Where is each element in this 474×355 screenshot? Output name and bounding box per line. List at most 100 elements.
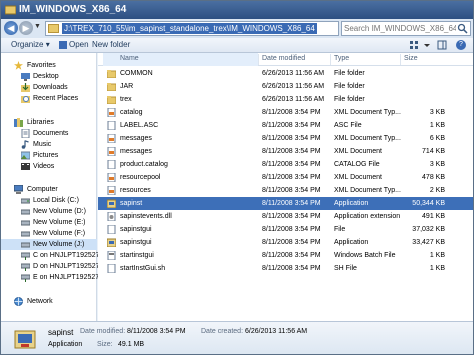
column-header-date[interactable]: Date modified xyxy=(262,55,305,62)
nav-label: Music xyxy=(33,141,52,148)
nav-pictures[interactable]: Pictures xyxy=(1,150,97,161)
title-bar[interactable]: IM_WINDOWS_X86_64 xyxy=(1,1,473,19)
organize-button[interactable]: Organize ▾ xyxy=(11,40,50,49)
file-size: 3 KB xyxy=(429,109,445,116)
file-type: CATALOG File xyxy=(334,161,380,168)
column-header: Name Date modified Type Size xyxy=(98,53,473,66)
column-header-size[interactable]: Size xyxy=(404,55,418,62)
column-divider[interactable] xyxy=(330,54,331,65)
file-row[interactable]: COMMON 6/26/2013 11:56 AM File folder xyxy=(98,67,473,80)
file-date-modified: 8/11/2008 3:54 PM xyxy=(262,200,321,207)
nav-drive-j[interactable]: New Volume (J:) xyxy=(1,239,97,250)
address-path[interactable]: J:\TREX_710_55\im_sapinst_standalone_tre… xyxy=(62,23,317,34)
file-row[interactable]: trex 6/26/2013 11:56 AM File folder xyxy=(98,93,473,106)
help-icon[interactable]: ? xyxy=(456,40,466,50)
file-row[interactable]: sapinst 8/11/2008 3:54 PM Application 50,34… xyxy=(98,197,473,210)
file-date-modified: 8/11/2008 3:54 PM xyxy=(262,122,321,129)
file-row[interactable]: messages 8/11/2008 3:54 PM XML Document 714… xyxy=(98,145,473,158)
network-drive-icon xyxy=(21,274,30,282)
file-row[interactable]: sapinstevents.dll 8/11/2008 3:54 PM Applic… xyxy=(98,210,473,223)
nav-drive-e[interactable]: New Volume (E:) xyxy=(1,217,97,228)
nav-network-drive-c[interactable]: C on HNJLPT192527 xyxy=(1,250,100,261)
details-date-created-label: Date created: xyxy=(201,328,244,335)
column-header-name[interactable]: Name xyxy=(120,55,139,62)
xml-file-icon xyxy=(107,173,116,182)
forward-button[interactable]: ▶ xyxy=(19,21,33,35)
file-name: startinstgui xyxy=(120,252,154,259)
new-folder-button[interactable]: New folder xyxy=(92,40,130,49)
address-field[interactable]: J:\TREX_710_55\im_sapinst_standalone_tre… xyxy=(45,21,381,36)
nav-label: Libraries xyxy=(27,119,54,126)
details-pane: sapinst Application Date modified: 8/11/… xyxy=(1,321,473,354)
column-divider[interactable] xyxy=(258,54,259,65)
file-type: XML Document Typ... xyxy=(334,187,401,194)
search-input[interactable] xyxy=(344,23,456,34)
file-name: resources xyxy=(120,187,151,194)
nav-label: E on HNJLPT192527 xyxy=(33,274,100,281)
back-button[interactable]: ◀ xyxy=(4,21,18,35)
nav-computer[interactable]: Computer xyxy=(1,184,97,195)
nav-label: Downloads xyxy=(33,84,68,91)
file-icon xyxy=(107,121,116,130)
nav-favorites[interactable]: Favorites xyxy=(1,60,97,71)
file-row[interactable]: JAR 6/26/2013 11:56 AM File folder xyxy=(98,80,473,93)
file-date-modified: 8/11/2008 3:54 PM xyxy=(262,174,321,181)
nav-documents[interactable]: Documents xyxy=(1,128,97,139)
nav-network-drive-e[interactable]: E on HNJLPT192527 xyxy=(1,272,100,283)
folder-icon xyxy=(107,70,116,78)
nav-network[interactable]: Network xyxy=(1,296,97,307)
videos-icon xyxy=(21,163,30,170)
nav-libraries[interactable]: Libraries xyxy=(1,117,97,128)
file-row[interactable]: sapinstgui 8/11/2008 3:54 PM Application 33… xyxy=(98,236,473,249)
drive-icon xyxy=(21,242,30,248)
nav-network-drive-d[interactable]: D on HNJLPT192527 xyxy=(1,261,100,272)
file-type: SH File xyxy=(334,265,357,272)
views-dropdown-icon[interactable] xyxy=(422,40,432,50)
file-name: catalog xyxy=(120,109,143,116)
column-header-type[interactable]: Type xyxy=(334,55,349,62)
nav-drive-f[interactable]: New Volume (F:) xyxy=(1,228,97,239)
file-row[interactable]: startinstgui 8/11/2008 3:54 PM Windows Bat… xyxy=(98,249,473,262)
nav-label: C on HNJLPT192527 xyxy=(33,252,100,259)
navigation-pane: Favorites Desktop Downloads Recent Place… xyxy=(1,53,100,321)
nav-videos[interactable]: Videos xyxy=(1,161,97,172)
file-row[interactable]: messages 8/11/2008 3:54 PM XML Document Ty… xyxy=(98,132,473,145)
nav-desktop[interactable]: Desktop xyxy=(1,71,97,82)
file-row[interactable]: LABEL.ASC 8/11/2008 3:54 PM ASC File 1 KB xyxy=(98,119,473,132)
search-field[interactable] xyxy=(341,21,471,36)
file-type: File folder xyxy=(334,70,365,77)
change-view-icon[interactable] xyxy=(409,40,419,50)
file-row[interactable]: sapinstgui 8/11/2008 3:54 PM File 37,032 KB xyxy=(98,223,473,236)
file-size: 6 KB xyxy=(429,135,445,142)
nav-downloads[interactable]: Downloads xyxy=(1,82,97,93)
search-icon[interactable] xyxy=(457,23,468,34)
nav-drive-c[interactable]: Local Disk (C:) xyxy=(1,195,97,206)
folder-icon xyxy=(107,83,116,91)
recent-pages-dropdown[interactable]: ▼ xyxy=(34,23,42,33)
file-date-modified: 8/11/2008 3:54 PM xyxy=(262,226,321,233)
music-icon xyxy=(21,140,29,149)
open-button[interactable]: Open xyxy=(69,40,89,49)
network-drive-icon xyxy=(21,252,30,260)
preview-pane-icon[interactable] xyxy=(437,40,447,50)
file-name: messages xyxy=(120,148,152,155)
file-row[interactable]: catalog 8/11/2008 3:54 PM XML Document Typ… xyxy=(98,106,473,119)
nav-recent-places[interactable]: Recent Places xyxy=(1,93,97,104)
file-row[interactable]: product.catalog 8/11/2008 3:54 PM CATALOG … xyxy=(98,158,473,171)
network-icon xyxy=(14,297,23,306)
nav-drive-d[interactable]: New Volume (D:) xyxy=(1,206,97,217)
file-row[interactable]: resourcepool 8/11/2008 3:54 PM XML Documen… xyxy=(98,171,473,184)
column-divider[interactable] xyxy=(400,54,401,65)
file-name: resourcepool xyxy=(120,174,161,181)
desktop-icon xyxy=(21,73,30,81)
file-date-modified: 6/26/2013 11:56 AM xyxy=(262,96,325,103)
file-name: sapinstevents.dll xyxy=(120,213,172,220)
file-type: File folder xyxy=(334,96,365,103)
nav-music[interactable]: Music xyxy=(1,139,97,150)
details-file-name: sapinst xyxy=(48,328,74,337)
nav-label: Local Disk (C:) xyxy=(33,197,79,204)
file-row[interactable]: startInstGui.sh 8/11/2008 3:54 PM SH File 1… xyxy=(98,262,473,275)
file-row[interactable]: resources 8/11/2008 3:54 PM XML Document T… xyxy=(98,184,473,197)
documents-icon xyxy=(21,129,30,138)
nav-label: Videos xyxy=(33,163,55,170)
